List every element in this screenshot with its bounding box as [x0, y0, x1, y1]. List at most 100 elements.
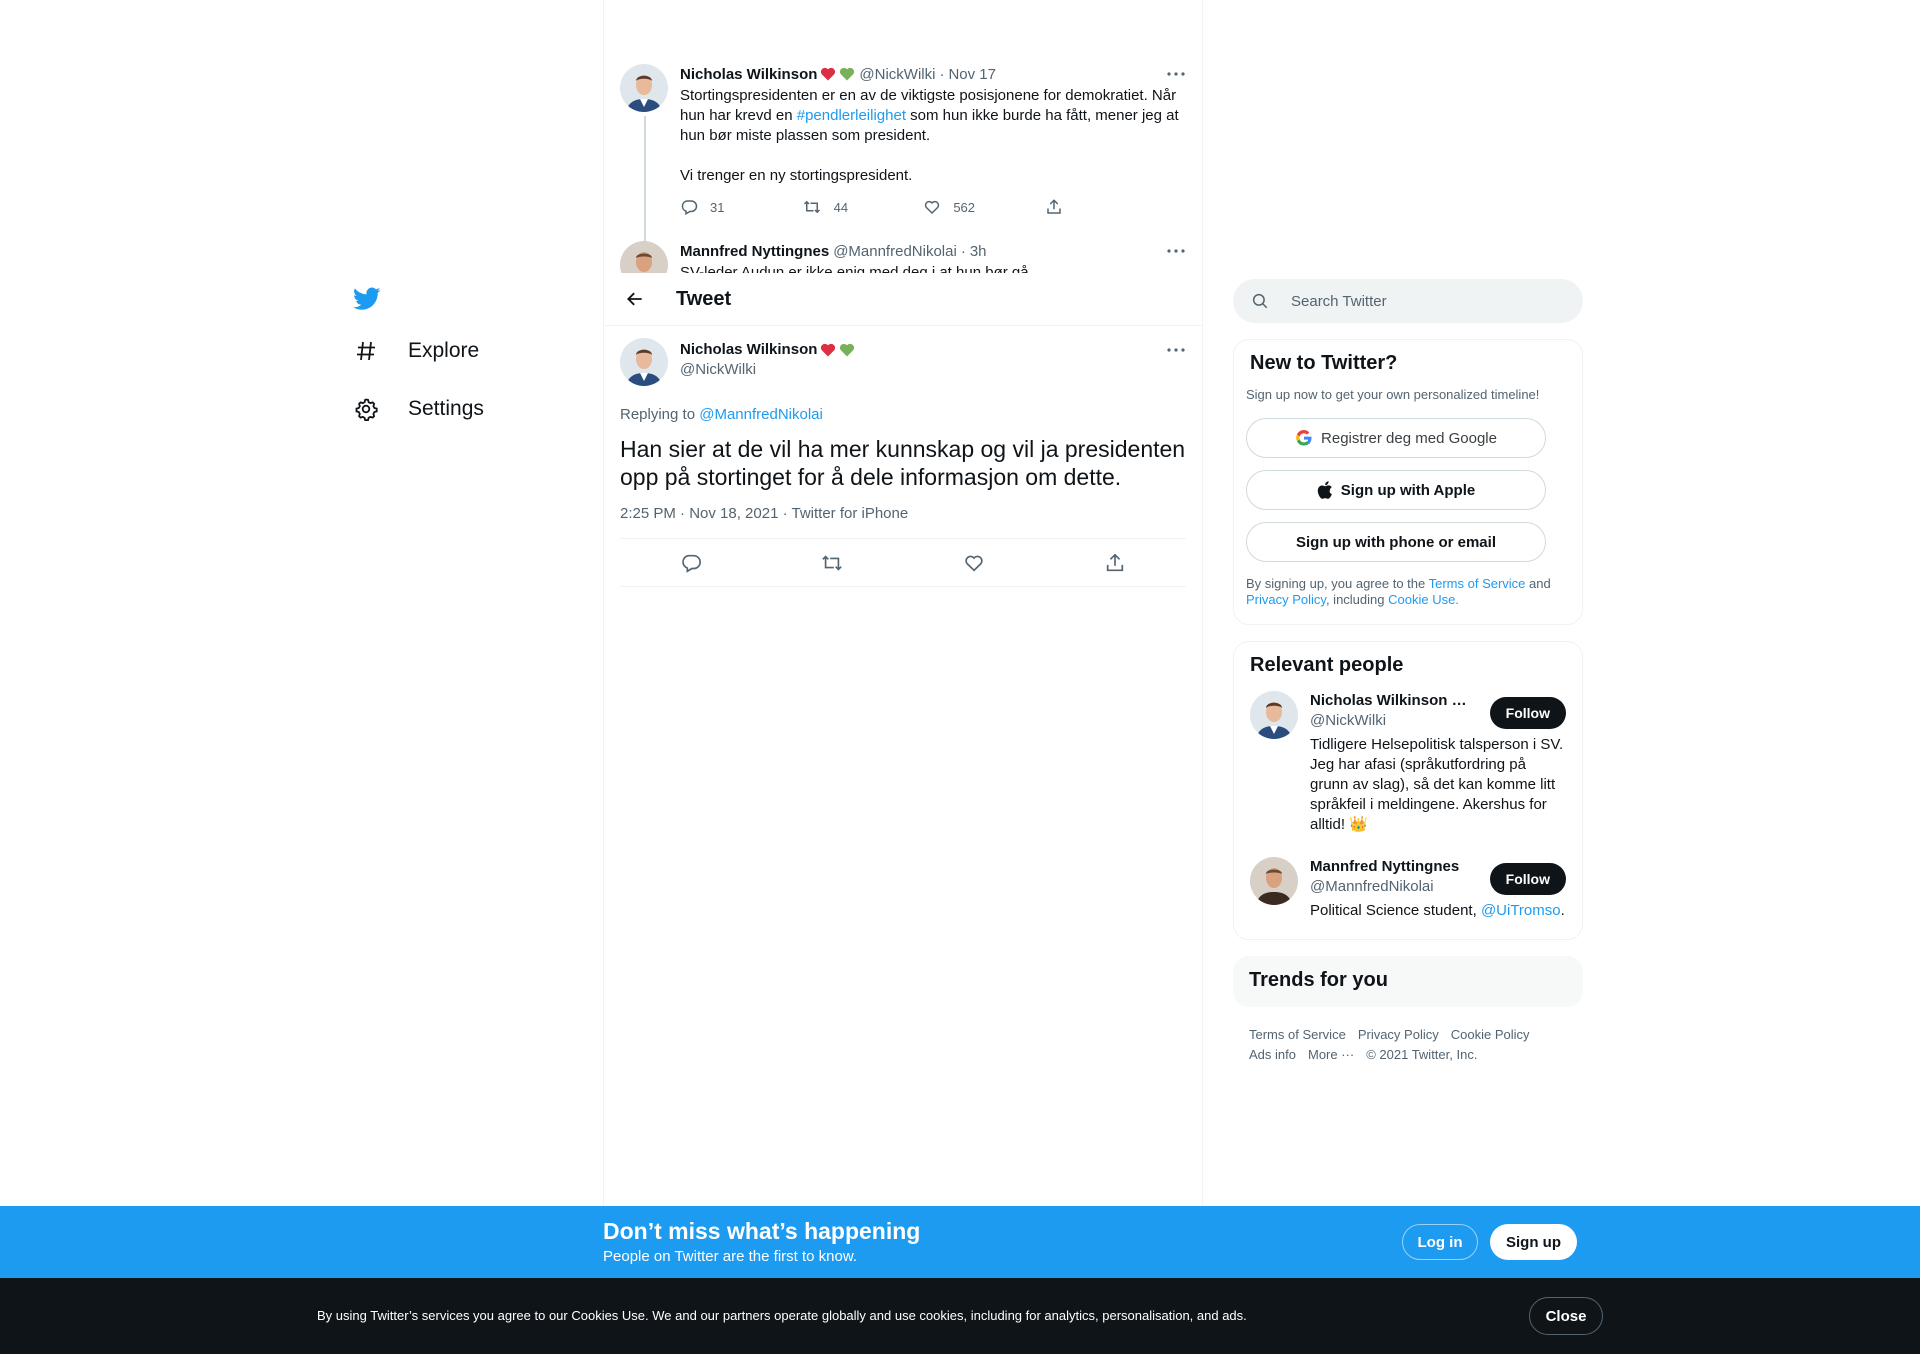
reply-icon[interactable]	[674, 546, 708, 580]
card-title: Trends for you	[1249, 969, 1388, 991]
green-heart-icon	[839, 66, 855, 82]
main-column: Nicholas Wilkinson @NickWilki · Nov 17 S…	[603, 0, 1203, 1354]
hashtag-link[interactable]: #pendlerleilighet	[797, 107, 906, 124]
person-item[interactable]: Nicholas Wilkinson ❤️💚 @NickWilki Tidlig…	[1234, 677, 1582, 843]
focal-tweet: Nicholas Wilkinson @NickWilki Replying t…	[620, 338, 1186, 587]
privacy-policy-link[interactable]: Privacy Policy	[1246, 592, 1326, 607]
author-handle[interactable]: @NickWilki	[680, 360, 855, 380]
footer-privacy-link[interactable]: Privacy Policy	[1358, 1027, 1439, 1042]
person-item[interactable]: Mannfred Nyttingnes @MannfredNikolai Pol…	[1234, 843, 1582, 929]
author-handle[interactable]: @NickWilki	[859, 66, 935, 83]
tweet-metadata[interactable]: 2:25 PM · Nov 18, 2021 · Twitter for iPh…	[620, 505, 1186, 539]
relevant-people-card: Relevant people Nicholas Wilkinson ❤️💚 @…	[1233, 641, 1583, 940]
reply-tweet[interactable]: Mannfred Nyttingnes @MannfredNikolai · 3…	[620, 241, 1186, 273]
login-button[interactable]: Log in	[1402, 1224, 1478, 1260]
footer-ads-link[interactable]: Ads info	[1249, 1047, 1296, 1062]
avatar[interactable]	[620, 64, 668, 112]
share-icon[interactable]	[1098, 546, 1132, 580]
apple-signup-label: Sign up with Apple	[1340, 481, 1476, 499]
close-button[interactable]: Close	[1529, 1297, 1603, 1335]
person-bio: Political Science student, @UiTromso.	[1310, 901, 1566, 921]
follow-button[interactable]: Follow	[1489, 697, 1566, 729]
avatar[interactable]	[1250, 691, 1298, 739]
replying-to-link[interactable]: @MannfredNikolai	[699, 406, 823, 423]
signup-banner: Don’t miss what’s happening People on Tw…	[0, 1206, 1920, 1278]
apple-signup-button[interactable]: Sign up with Apple	[1246, 470, 1546, 510]
trends-card: Trends for you	[1233, 956, 1583, 1007]
author-name[interactable]: Mannfred Nyttingnes	[680, 243, 829, 260]
author-name[interactable]: Nicholas Wilkinson	[680, 340, 817, 360]
banner-title: Don’t miss what’s happening	[603, 1218, 921, 1244]
terms-text: and	[1525, 576, 1551, 591]
reply-icon	[681, 200, 698, 216]
nav-explore-label: Explore	[408, 339, 480, 362]
right-sidebar: New to Twitter? Sign up now to get your …	[1233, 279, 1583, 1065]
phone-signup-label: Sign up with phone or email	[1295, 533, 1496, 551]
share-button[interactable]	[1045, 198, 1105, 216]
uitromso-link[interactable]: @UiTromso	[1481, 902, 1561, 919]
follow-button[interactable]: Follow	[1489, 863, 1566, 895]
conversation-thread: Nicholas Wilkinson @NickWilki · Nov 17 S…	[604, 0, 1202, 273]
tweet-text: Stortingspresidenten er en av de viktigs…	[680, 86, 1185, 186]
terms-text: By signing up, you agree to the	[1246, 576, 1429, 591]
terms-of-service-link[interactable]: Terms of Service	[1429, 576, 1526, 591]
retweet-count: 44	[833, 199, 849, 215]
footer-terms-link[interactable]: Terms of Service	[1249, 1027, 1346, 1042]
more-options-icon[interactable]	[1166, 340, 1186, 360]
person-name[interactable]: Mannfred Nyttingnes	[1310, 857, 1470, 877]
more-options-icon[interactable]	[1166, 241, 1186, 261]
separator: ·	[939, 65, 945, 83]
bio-text: Political Science student,	[1310, 902, 1481, 919]
more-options-icon[interactable]	[1166, 64, 1186, 84]
cookie-use-link[interactable]: Cookie Use.	[1388, 592, 1459, 607]
twitter-logo-icon[interactable]	[350, 282, 384, 316]
separator: ·	[960, 242, 966, 260]
tweet-actions: 31 44 562	[680, 198, 1105, 216]
footer-copyright: © 2021 Twitter, Inc.	[1366, 1047, 1478, 1062]
search-bar[interactable]	[1233, 279, 1583, 323]
like-button[interactable]: 562	[923, 198, 983, 216]
retweet-button[interactable]: 44	[802, 198, 862, 216]
new-to-twitter-card: New to Twitter? Sign up now to get your …	[1233, 339, 1583, 625]
parent-tweet[interactable]: Nicholas Wilkinson @NickWilki · Nov 17 S…	[620, 64, 1186, 216]
google-signup-button[interactable]: Registrer deg med Google	[1246, 418, 1546, 458]
tweet-text-part: Vi trenger en ny stortingspresident.	[680, 167, 913, 184]
avatar[interactable]	[1250, 857, 1298, 905]
tweet-text: SV-leder Audun er ikke enig med deg i at…	[680, 264, 1033, 273]
footer-more-link[interactable]: More ···	[1308, 1047, 1354, 1062]
heart-icon	[925, 200, 940, 215]
cookie-bar: By using Twitter’s services you agree to…	[0, 1278, 1920, 1354]
avatar[interactable]	[620, 338, 668, 386]
author-name[interactable]: Nicholas Wilkinson	[680, 66, 817, 83]
author-handle[interactable]: @MannfredNikolai	[833, 243, 957, 260]
avatar[interactable]	[620, 241, 668, 273]
page-title: Tweet	[676, 287, 732, 310]
nav-explore[interactable]: Explore	[350, 322, 590, 380]
retweet-icon[interactable]	[815, 546, 849, 580]
card-title: Relevant people	[1250, 654, 1404, 676]
search-icon	[1251, 291, 1271, 311]
person-name[interactable]: Nicholas Wilkinson ❤️💚	[1310, 691, 1470, 711]
nav-settings-label: Settings	[408, 397, 484, 420]
tweet-time[interactable]: 3h	[970, 243, 987, 260]
google-signup-label: Registrer deg med Google	[1321, 429, 1497, 447]
like-count: 562	[953, 199, 976, 215]
heart-icon[interactable]	[957, 546, 991, 580]
tweet-time[interactable]: Nov 17	[948, 66, 996, 83]
gear-icon	[352, 395, 380, 423]
search-input[interactable]	[1291, 292, 1551, 310]
person-bio: Tidligere Helsepolitisk talsperson i SV.…	[1310, 736, 1564, 833]
focal-tweet-actions	[620, 539, 1186, 587]
phone-signup-button[interactable]: Sign up with phone or email	[1246, 522, 1546, 562]
bio-text: .	[1560, 902, 1565, 919]
hashtag-icon	[352, 337, 380, 365]
back-arrow-icon[interactable]	[618, 282, 652, 316]
card-subtitle: Sign up now to get your own personalized…	[1246, 387, 1540, 402]
reply-button[interactable]: 31	[680, 198, 740, 216]
footer-cookie-link[interactable]: Cookie Policy	[1451, 1027, 1530, 1042]
signup-button[interactable]: Sign up	[1490, 1224, 1577, 1260]
share-icon	[1047, 199, 1061, 214]
nav-settings[interactable]: Settings	[350, 380, 590, 438]
replying-to: Replying to @MannfredNikolai	[620, 406, 1186, 423]
signup-terms: By signing up, you agree to the Terms of…	[1234, 562, 1582, 608]
